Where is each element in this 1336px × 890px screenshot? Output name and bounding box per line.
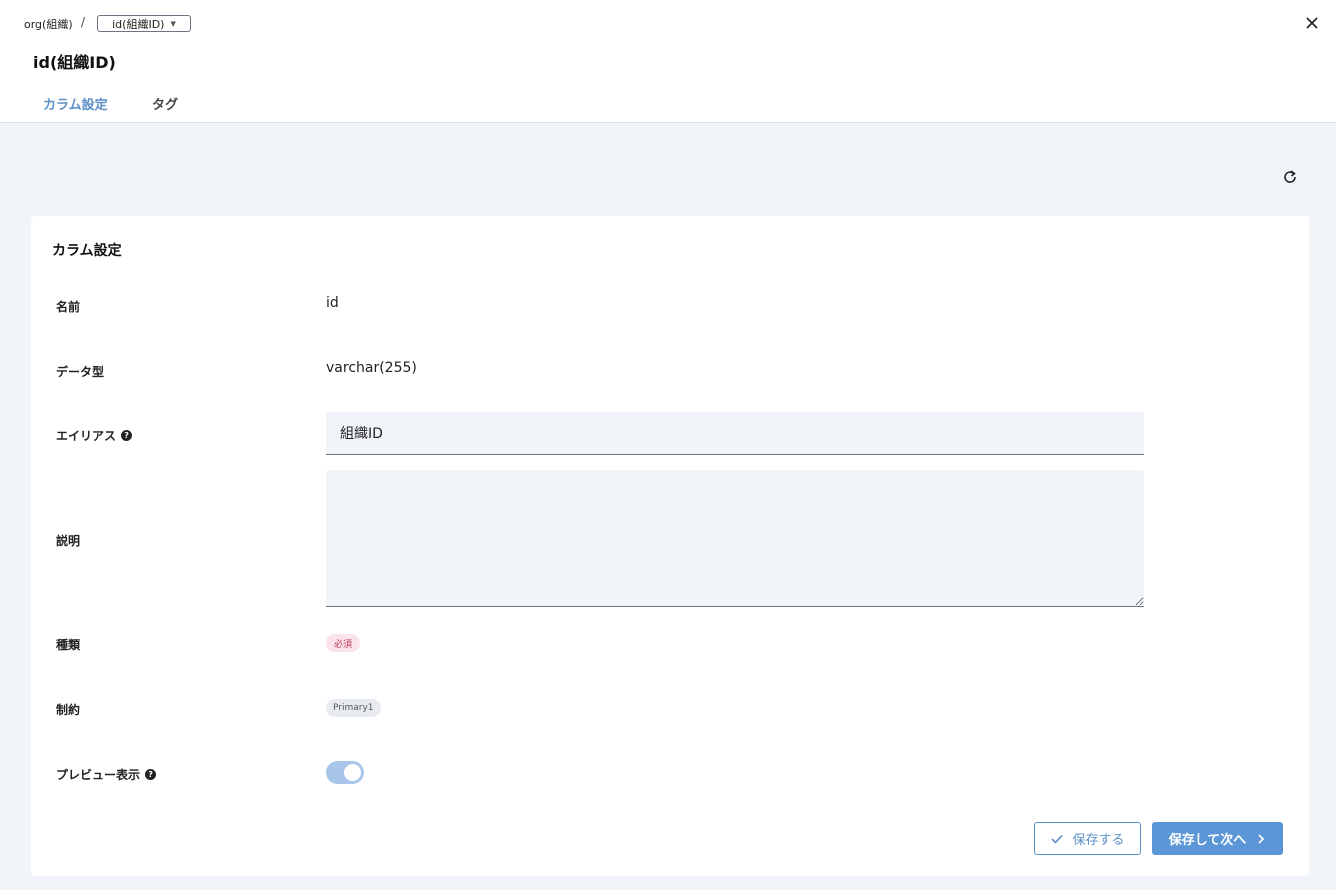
save-button[interactable]: 保存する xyxy=(1034,822,1141,855)
refresh-icon[interactable] xyxy=(1281,168,1299,186)
kind-label: 種類 xyxy=(56,636,80,653)
save-and-next-button[interactable]: 保存して次へ xyxy=(1152,822,1283,855)
name-label: 名前 xyxy=(56,298,80,315)
description-textarea[interactable] xyxy=(326,470,1144,607)
tab-column-settings[interactable]: カラム設定 xyxy=(43,94,108,113)
tab-tags[interactable]: タグ xyxy=(152,94,178,113)
check-icon xyxy=(1051,834,1064,844)
constraint-label: 制約 xyxy=(56,701,80,718)
save-and-next-label: 保存して次へ xyxy=(1168,833,1247,848)
alias-input[interactable] xyxy=(326,412,1144,455)
preview-toggle[interactable] xyxy=(326,761,364,784)
column-selector[interactable]: id(組織ID) ▼ xyxy=(97,15,191,32)
help-icon[interactable]: ? xyxy=(145,769,157,780)
data-type-label: データ型 xyxy=(56,363,104,380)
card-title: カラム設定 xyxy=(52,243,122,259)
header-bar: org(組織) / id(組織ID) ▼ id(組織ID) カラム設定 タグ xyxy=(0,0,1336,123)
close-icon[interactable] xyxy=(1303,14,1321,32)
kind-label-text: 種類 xyxy=(56,638,81,652)
name-value: id xyxy=(326,295,339,311)
required-badge: 必須 xyxy=(326,634,361,652)
help-icon[interactable]: ? xyxy=(121,430,133,441)
preview-label: プレビュー表示 ? xyxy=(56,766,157,783)
description-label: 説明 xyxy=(56,532,80,549)
column-selector-label: id(組織ID) xyxy=(112,17,165,31)
chevron-right-icon xyxy=(1258,833,1265,844)
constraint-badge: Primary1 xyxy=(326,699,381,717)
alias-label: エイリアス ? xyxy=(56,427,133,444)
save-button-label: 保存する xyxy=(1072,833,1125,848)
name-label-text: 名前 xyxy=(56,300,81,314)
data-type-label-text: データ型 xyxy=(56,365,105,379)
constraint-label-text: 制約 xyxy=(56,703,81,717)
data-type-value: varchar(255) xyxy=(326,360,417,376)
breadcrumb-separator: / xyxy=(81,15,86,29)
description-label-text: 説明 xyxy=(56,534,81,548)
toggle-knob xyxy=(344,764,361,781)
chevron-down-icon: ▼ xyxy=(170,19,176,28)
breadcrumb-root[interactable]: org(組織) xyxy=(24,16,73,32)
preview-label-text: プレビュー表示 xyxy=(56,768,141,782)
alias-label-text: エイリアス xyxy=(56,429,117,443)
page-title: id(組織ID) xyxy=(33,53,116,72)
